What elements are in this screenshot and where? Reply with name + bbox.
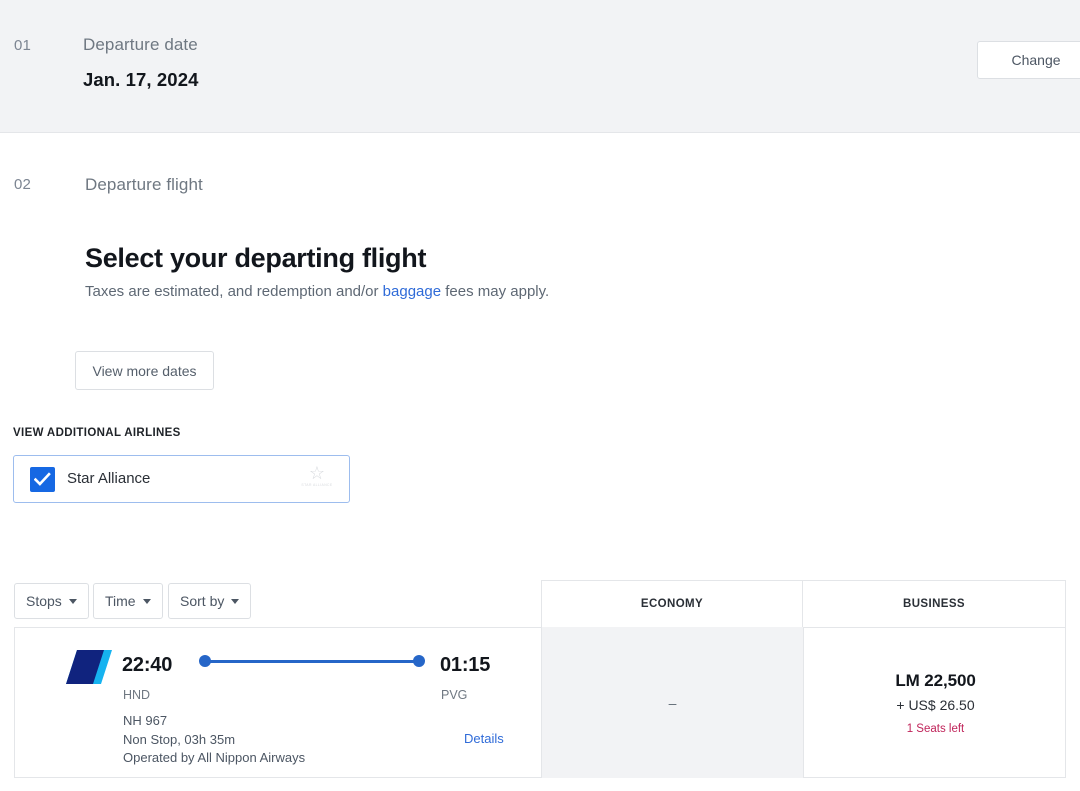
details-link[interactable]: Details: [464, 731, 504, 746]
stops-filter-button[interactable]: Stops: [14, 583, 89, 619]
airline-filter-star-alliance[interactable]: Star Alliance ☆ STAR ALLIANCE: [13, 455, 350, 503]
timeline-line: [205, 660, 419, 663]
departure-date-value: Jan. 17, 2024: [83, 69, 199, 90]
sort-by-button[interactable]: Sort by: [168, 583, 252, 619]
taxes-disclaimer: Taxes are estimated, and redemption and/…: [85, 283, 549, 300]
star-alliance-checkbox[interactable]: [30, 467, 55, 492]
timeline-end-dot: [413, 655, 425, 667]
business-miles-price: LM 22,500: [895, 670, 976, 690]
view-more-dates-button[interactable]: View more dates: [75, 351, 214, 390]
disclaimer-text-before: Taxes are estimated, and redemption and/…: [85, 283, 383, 300]
table-row[interactable]: 22:40 HND 01:15 PVG NH 967 Non Stop, 03h…: [14, 627, 1066, 778]
business-tax-amount: + US$ 26.50: [896, 696, 975, 713]
seats-left-badge: 1 Seats left: [906, 722, 965, 735]
sort-by-label: Sort by: [180, 593, 225, 609]
flight-meta: NH 967 Non Stop, 03h 35m Operated by All…: [123, 712, 305, 768]
step-number-02: 02: [14, 176, 32, 193]
column-header-business: BUSINESS: [803, 580, 1066, 627]
departure-airport-code: HND: [123, 688, 151, 702]
arrival-airport-code: PVG: [441, 688, 468, 702]
flight-selection-page: 01 Departure date Jan. 17, 2024 Change 0…: [0, 0, 1080, 791]
page-title: Select your departing flight: [85, 243, 427, 273]
economy-fare-cell: –: [541, 627, 804, 778]
star-alliance-logo-icon: ☆ STAR ALLIANCE: [298, 464, 336, 496]
chevron-down-icon: [68, 598, 77, 604]
arrival-time: 01:15: [440, 654, 491, 676]
stops-and-duration: Non Stop, 03h 35m: [123, 731, 236, 747]
time-filter-button[interactable]: Time: [93, 583, 163, 619]
ana-logo-icon: [66, 650, 112, 684]
chevron-down-icon: [231, 598, 240, 604]
business-fare-cell[interactable]: LM 22,500 + US$ 26.50 1 Seats left: [804, 627, 1067, 778]
flight-timeline: [199, 655, 425, 669]
flight-number: NH 967: [123, 713, 168, 728]
departure-time: 22:40: [122, 654, 173, 676]
stops-filter-label: Stops: [26, 593, 62, 609]
operated-by: Operated by All Nippon Airways: [123, 750, 306, 766]
check-icon: [34, 472, 51, 486]
change-date-button[interactable]: Change: [977, 41, 1080, 79]
time-filter-label: Time: [105, 593, 136, 609]
star-glyph: ☆: [308, 463, 326, 483]
departure-date-label: Departure date: [83, 35, 198, 54]
departure-flight-label: Departure flight: [85, 175, 203, 194]
departure-date-banner: 01 Departure date Jan. 17, 2024 Change: [0, 0, 1080, 133]
disclaimer-text-after: fees may apply.: [441, 283, 550, 300]
baggage-link[interactable]: baggage: [383, 283, 441, 300]
chevron-down-icon: [142, 598, 151, 604]
airline-filter-label: Star Alliance: [67, 470, 151, 487]
star-alliance-caption: STAR ALLIANCE: [301, 483, 333, 487]
additional-airlines-label: VIEW ADDITIONAL AIRLINES: [13, 427, 181, 439]
step-number-01: 01: [14, 37, 32, 54]
column-header-economy: ECONOMY: [541, 580, 803, 627]
